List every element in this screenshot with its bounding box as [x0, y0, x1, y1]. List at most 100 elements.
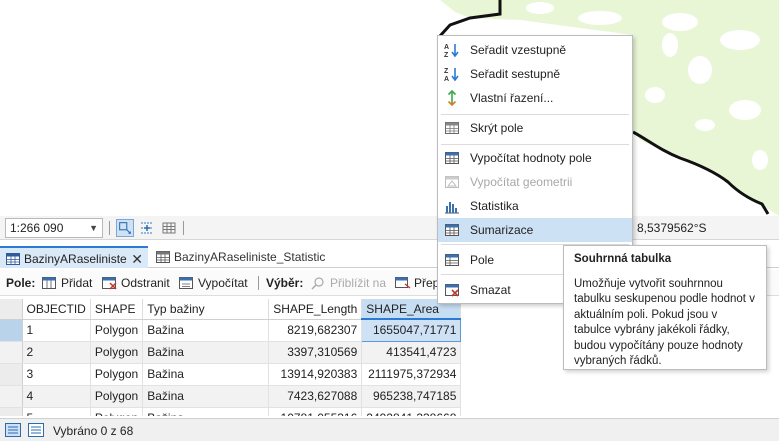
divider	[109, 221, 110, 235]
cell-shape-area[interactable]: 965238,747185	[361, 385, 462, 408]
map-view[interactable]	[0, 0, 779, 216]
cell-typ-baziny[interactable]: Bažina	[142, 385, 270, 408]
menu-item-custom-sort[interactable]: Vlastní řazení...	[438, 86, 632, 110]
row-selector[interactable]	[0, 319, 23, 342]
divider	[183, 221, 184, 235]
cell-shape[interactable]: Polygon	[90, 319, 144, 342]
svg-text:Z: Z	[444, 68, 449, 75]
menu-separator	[441, 114, 629, 115]
cell-shape-length[interactable]: 7423,627088	[268, 385, 363, 408]
table-row[interactable]: 2 Polygon Bažina 3397,310569 413541,4723	[0, 341, 462, 364]
cell-shape-area[interactable]: 413541,4723	[361, 341, 462, 364]
chevron-down-icon: ▼	[89, 223, 98, 233]
row-header-corner	[0, 299, 23, 320]
row-selector[interactable]	[0, 407, 23, 416]
cell-typ-baziny[interactable]: Bažina	[142, 363, 270, 386]
menu-item-summarize[interactable]: Sumarizace	[438, 218, 632, 242]
add-label: Přidat	[61, 276, 93, 290]
table-row[interactable]: 4 Polygon Bažina 7423,627088 965238,7471…	[0, 385, 462, 408]
switch-selection-icon	[395, 277, 411, 289]
cell-typ-baziny[interactable]: Bažina	[142, 319, 270, 342]
remove-field-button[interactable]: Odstranit	[102, 275, 170, 291]
svg-text:Z: Z	[444, 52, 449, 58]
map-status-bar: 1:266 090 ▼ 8,5379562°S	[0, 216, 779, 240]
coordinates-readout: 8,5379562°S	[637, 221, 707, 235]
cell-shape-area[interactable]: 2492841,338668	[361, 407, 462, 416]
cell-shape-length[interactable]: 3397,310569	[268, 341, 363, 364]
show-all-records-icon[interactable]	[5, 423, 21, 437]
menu-item-label: Sumarizace	[470, 223, 534, 237]
switch-selection-button[interactable]: Přep	[395, 275, 439, 291]
zoom-icon	[311, 277, 324, 290]
table-row[interactable]: 5 Polygon Bažina 10781,055316 2492841,33…	[0, 407, 462, 416]
calculate-field-icon	[445, 152, 459, 164]
fields-icon	[445, 254, 459, 266]
add-field-button[interactable]: Přidat	[42, 275, 92, 291]
cell-objectid[interactable]: 4	[22, 385, 91, 408]
cell-objectid[interactable]: 5	[22, 407, 91, 416]
calculator-icon	[179, 277, 193, 289]
cell-shape-area[interactable]: 1655047,71771	[361, 318, 462, 342]
fixed-scale-icon[interactable]	[116, 219, 134, 237]
menu-item-sort-ascending[interactable]: A Z Seřadit vzestupně	[438, 38, 632, 62]
cell-typ-baziny[interactable]: Bažina	[142, 341, 270, 364]
menu-item-label: Pole	[470, 253, 495, 267]
table-status-bar: Vybráno 0 z 68	[0, 418, 779, 441]
cell-shape-length[interactable]: 8219,682307	[268, 319, 363, 342]
tab-label: BazinyARaseliniste_Statistic	[174, 250, 326, 264]
row-selector[interactable]	[0, 363, 23, 386]
column-header-shape[interactable]: SHAPE	[90, 299, 144, 320]
zoom-to-label: Přiblížit na	[330, 276, 387, 290]
cell-shape[interactable]: Polygon	[90, 363, 144, 386]
show-selected-records-icon[interactable]	[28, 423, 44, 437]
tab-bazinyaraseliniste-statistic[interactable]: BazinyARaseliniste_Statistic	[150, 246, 340, 268]
cell-shape[interactable]: Polygon	[90, 407, 144, 416]
sort-ascending-icon: A Z	[444, 44, 459, 58]
table-icon	[6, 253, 20, 265]
menu-item-calculate-geometry[interactable]: Vypočítat geometrii	[438, 170, 632, 194]
row-selector[interactable]	[0, 385, 23, 408]
summarize-icon	[445, 224, 459, 236]
column-header-objectid[interactable]: OBJECTID	[22, 299, 91, 320]
cell-shape[interactable]: Polygon	[90, 341, 144, 364]
column-header-typ-baziny[interactable]: Typ bažiny	[142, 299, 270, 320]
tab-bazinyaraseliniste[interactable]: BazinyARaseliniste ✕	[0, 246, 148, 268]
grid-snap-icon[interactable]	[138, 219, 156, 237]
table-grid-icon[interactable]	[160, 219, 178, 237]
menu-item-statistics[interactable]: Statistika	[438, 194, 632, 218]
cell-objectid[interactable]: 1	[22, 319, 91, 342]
table-row[interactable]: 1 Polygon Bažina 8219,682307 1655047,717…	[0, 318, 462, 342]
cell-objectid[interactable]: 2	[22, 341, 91, 364]
menu-item-calculate-field[interactable]: Vypočítat hodnoty pole	[438, 146, 632, 170]
scale-value: 1:266 090	[10, 221, 64, 235]
table-header-row: OBJECTID SHAPE Typ bažiny SHAPE_Length S…	[0, 299, 462, 320]
row-selector[interactable]	[0, 341, 23, 364]
cell-shape-length[interactable]: 10781,055316	[268, 407, 363, 416]
add-field-icon	[42, 277, 56, 289]
statistics-icon	[445, 202, 459, 214]
menu-separator	[441, 144, 629, 145]
column-header-shape-length[interactable]: SHAPE_Length	[268, 299, 363, 320]
close-icon[interactable]: ✕	[131, 248, 143, 270]
menu-item-sort-descending[interactable]: Z A Seřadit sestupně	[438, 62, 632, 86]
remove-label: Odstranit	[121, 276, 170, 290]
cell-shape-area[interactable]: 2111975,372934	[361, 363, 462, 386]
svg-text:A: A	[444, 76, 449, 82]
calculate-label: Vypočítat	[198, 276, 248, 290]
table-icon	[156, 251, 170, 263]
cell-shape[interactable]: Polygon	[90, 385, 144, 408]
calculate-field-button[interactable]: Vypočítat	[179, 275, 248, 291]
cell-typ-baziny[interactable]: Bažina	[142, 407, 270, 416]
table-row[interactable]: 3 Polygon Bažina 13914,920383 2111975,37…	[0, 363, 462, 386]
menu-item-label: Seřadit sestupně	[470, 67, 561, 81]
tab-label: BazinyARaseliniste	[24, 252, 127, 266]
menu-item-hide-field[interactable]: Skrýt pole	[438, 116, 632, 140]
svg-text:A: A	[444, 44, 449, 51]
zoom-to-button[interactable]: Přiblížit na	[311, 275, 386, 291]
tooltip-body: Umožňuje vytvořit souhrnnou tabulku sesk…	[574, 277, 755, 368]
cell-shape-length[interactable]: 13914,920383	[268, 363, 363, 386]
cell-objectid[interactable]: 3	[22, 363, 91, 386]
hide-field-icon	[445, 122, 459, 134]
scale-dropdown[interactable]: 1:266 090 ▼	[5, 218, 103, 238]
menu-item-label: Smazat	[470, 283, 511, 297]
